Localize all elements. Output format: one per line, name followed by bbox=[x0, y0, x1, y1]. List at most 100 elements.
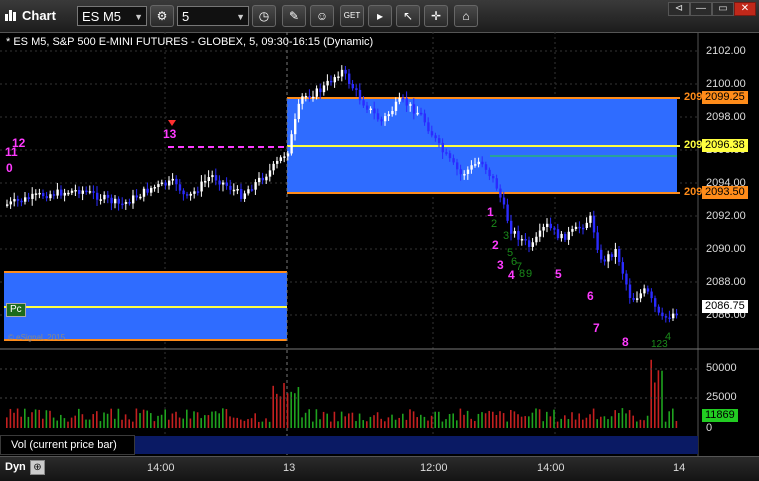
volume-bar bbox=[560, 418, 562, 428]
close-button[interactable]: ✕ bbox=[734, 2, 756, 16]
volume-bar bbox=[358, 413, 361, 428]
candle-body bbox=[506, 204, 509, 221]
price-grid bbox=[0, 32, 698, 456]
candle-body bbox=[308, 96, 311, 98]
volume-bar bbox=[171, 413, 174, 428]
volume-bar bbox=[31, 412, 33, 428]
ticker-icon[interactable]: GET bbox=[340, 5, 364, 27]
volume-bar bbox=[628, 410, 631, 428]
candle-body bbox=[31, 193, 34, 199]
play-icon[interactable]: ▸ bbox=[368, 5, 392, 27]
candle-body bbox=[560, 233, 563, 239]
volume-bar bbox=[268, 421, 271, 428]
volume-bar bbox=[157, 415, 159, 428]
volume-bar bbox=[286, 393, 289, 428]
volume-bar bbox=[672, 408, 674, 428]
tag-icon[interactable]: ⌂ bbox=[454, 5, 478, 27]
candle-body bbox=[135, 195, 138, 198]
restore-button[interactable]: ▭ bbox=[712, 2, 734, 16]
candle-body bbox=[24, 197, 27, 202]
volume-bar bbox=[654, 382, 656, 428]
volume-bar bbox=[258, 421, 260, 428]
candle-body bbox=[628, 284, 632, 299]
interval-combo[interactable]: 5 ▼ bbox=[177, 6, 249, 26]
smiley-icon[interactable]: ☺ bbox=[310, 5, 334, 27]
candle-body bbox=[250, 189, 254, 191]
candle-body bbox=[466, 169, 470, 174]
volume-bar bbox=[592, 408, 595, 428]
volume-bar bbox=[650, 359, 652, 428]
minimize-button[interactable]: — bbox=[690, 2, 712, 16]
candle-body bbox=[294, 119, 297, 135]
price-tick: 2088.00 bbox=[706, 276, 746, 288]
symbol-combo[interactable]: ES M5 ▼ bbox=[77, 6, 147, 26]
volume-bar bbox=[178, 417, 181, 428]
volume-bar bbox=[175, 411, 177, 428]
candle-body bbox=[81, 190, 84, 194]
volume-bar bbox=[578, 413, 580, 428]
volume-bar bbox=[376, 412, 379, 428]
candle-body bbox=[9, 201, 12, 205]
candle-body bbox=[344, 69, 347, 74]
candle-body bbox=[56, 189, 59, 196]
volume-bar bbox=[34, 409, 37, 428]
candle-body bbox=[193, 191, 196, 194]
candle-body bbox=[574, 226, 578, 229]
price-chart[interactable] bbox=[0, 32, 759, 456]
clock-icon[interactable]: ◷ bbox=[252, 5, 276, 27]
candle-body bbox=[142, 188, 146, 197]
candle-body bbox=[391, 110, 394, 115]
volume-bar bbox=[567, 419, 570, 428]
candle-body bbox=[301, 96, 304, 104]
volume-bar bbox=[366, 421, 368, 428]
price-tick: 2098.00 bbox=[706, 111, 746, 123]
cross-icon[interactable]: ✛ bbox=[424, 5, 448, 27]
candle-body bbox=[402, 97, 405, 100]
volume-bar bbox=[553, 409, 555, 428]
candle-body bbox=[312, 96, 315, 99]
volume-bar bbox=[391, 414, 393, 428]
volume-bar bbox=[276, 393, 278, 428]
pencil-icon[interactable]: ✎ bbox=[282, 5, 306, 27]
volume-bar bbox=[542, 421, 544, 428]
volume-bar bbox=[312, 421, 314, 428]
candle-body bbox=[528, 240, 531, 247]
candle-body bbox=[139, 196, 142, 199]
volume-bar bbox=[27, 416, 30, 428]
candle-body bbox=[196, 191, 200, 193]
magnify-icon[interactable]: ⊕ bbox=[30, 460, 45, 475]
candle-body bbox=[384, 116, 387, 122]
candle-body bbox=[186, 194, 189, 196]
volume-study-label[interactable]: Vol (current price bar) bbox=[0, 435, 135, 455]
volume-bar bbox=[434, 411, 436, 428]
chevron-down-icon[interactable]: ▼ bbox=[236, 7, 245, 27]
volume-bar bbox=[85, 419, 87, 428]
volume-bar bbox=[207, 415, 210, 428]
dyn-label: Dyn bbox=[5, 461, 26, 473]
candle-body bbox=[261, 177, 264, 181]
candle-body bbox=[470, 165, 473, 170]
candle-body bbox=[369, 108, 372, 111]
candle-body bbox=[232, 189, 236, 192]
volume-bar bbox=[164, 409, 166, 428]
volume-bar bbox=[625, 413, 627, 428]
volume-bar bbox=[272, 385, 274, 428]
volume-bar bbox=[420, 414, 422, 428]
setup-count: 8 bbox=[622, 335, 629, 349]
candle-body bbox=[178, 184, 182, 191]
chevron-down-icon[interactable]: ▼ bbox=[134, 7, 143, 27]
time-tick: 14:00 bbox=[147, 462, 175, 474]
volume-bar bbox=[160, 414, 163, 428]
volume-bar bbox=[20, 416, 22, 428]
settings-icon[interactable]: ⚙ bbox=[150, 5, 174, 27]
pin-icon[interactable]: ⊲ bbox=[668, 2, 690, 16]
volume-bar bbox=[405, 419, 408, 428]
volume-bar bbox=[564, 415, 566, 428]
volume-series bbox=[6, 359, 678, 428]
candle-body bbox=[229, 185, 232, 190]
volume-bar bbox=[643, 420, 645, 428]
cursor-icon[interactable]: ↖ bbox=[396, 5, 420, 27]
candle-body bbox=[16, 199, 20, 201]
volume-bar bbox=[128, 419, 130, 428]
arrow-down-icon bbox=[168, 120, 176, 126]
